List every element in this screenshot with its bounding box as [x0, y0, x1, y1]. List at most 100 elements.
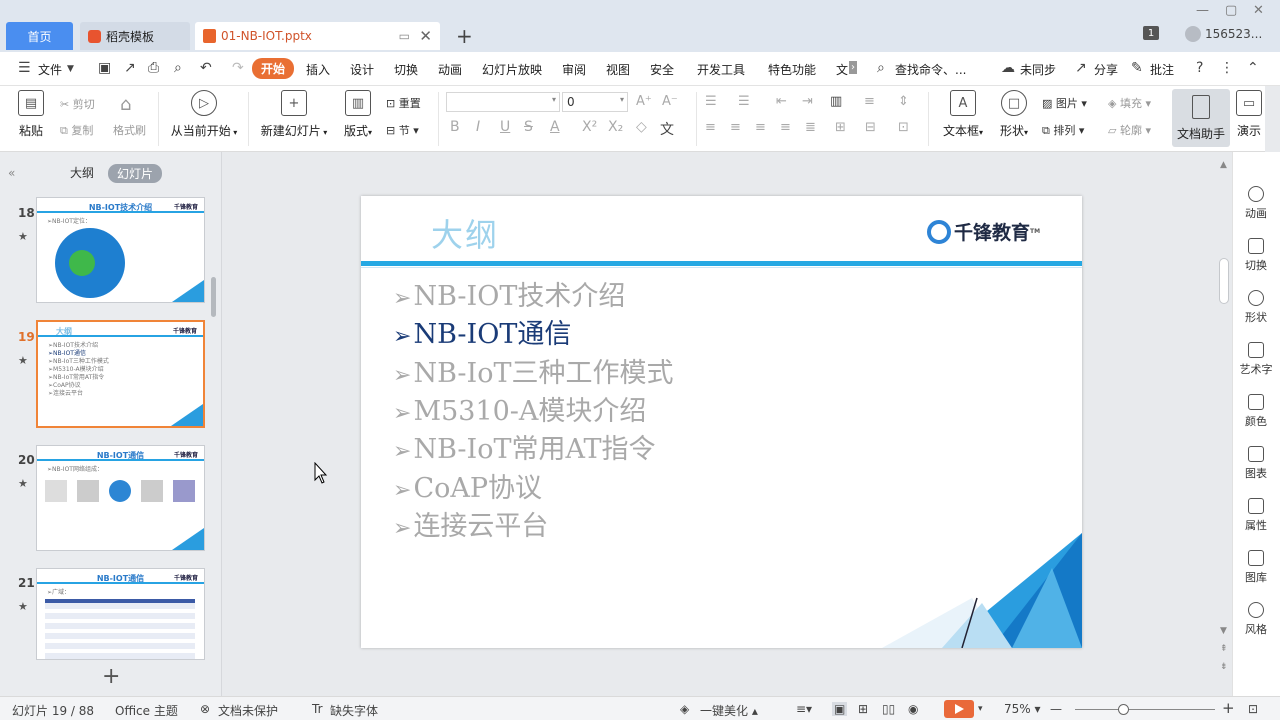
- menu-view[interactable]: 视图: [606, 61, 630, 78]
- smart-art-icon[interactable]: ⊟: [865, 120, 876, 135]
- fill-button[interactable]: ◈ 填充 ▾: [1108, 95, 1151, 111]
- pin-tab-icon[interactable]: ▭: [399, 29, 410, 43]
- arrange-button[interactable]: ⧉ 排列 ▾: [1042, 122, 1084, 138]
- menu-developer[interactable]: 开发工具: [697, 61, 745, 78]
- minimize-icon[interactable]: —: [1196, 3, 1209, 18]
- menu-review[interactable]: 审阅: [562, 61, 586, 78]
- window-count[interactable]: 1: [1143, 26, 1159, 40]
- section-button[interactable]: ⊟ 节 ▾: [386, 122, 419, 138]
- menu-animation[interactable]: 动画: [438, 61, 462, 78]
- align-center-icon[interactable]: ≡: [730, 120, 741, 135]
- bullet-item[interactable]: ➢NB-IoT常用AT指令: [393, 427, 656, 466]
- bullet-item[interactable]: ➢NB-IoT三种工作模式: [393, 351, 673, 390]
- slide[interactable]: 大纲 千锋教育 TM ➢NB-IOT技术介绍 ➢NB-IOT通信 ➢NB-IoT…: [361, 196, 1082, 648]
- slide-title[interactable]: 大纲: [431, 210, 499, 256]
- strikethrough-icon[interactable]: S: [524, 119, 533, 135]
- text-direction-icon[interactable]: ⊡: [898, 120, 909, 135]
- tab-file[interactable]: 01-NB-IOT.pptx ▭ ✕: [195, 22, 440, 50]
- shape-button[interactable]: □ 形状▾: [996, 90, 1032, 139]
- bullet-item[interactable]: ➢M5310-A模块介绍: [393, 389, 646, 428]
- canvas-scrollbar[interactable]: [1219, 258, 1229, 304]
- menu-design[interactable]: 设计: [350, 61, 374, 78]
- menu-more[interactable]: 文: [836, 61, 848, 78]
- scroll-up-icon[interactable]: ▲: [1220, 160, 1227, 170]
- superscript-icon[interactable]: X²: [582, 119, 597, 135]
- picture-button[interactable]: ▨ 图片 ▾: [1042, 95, 1087, 111]
- chevron-down-icon[interactable]: ▾: [978, 704, 983, 714]
- sidebar-transition[interactable]: 切换: [1233, 238, 1279, 273]
- sidebar-color[interactable]: 颜色: [1233, 394, 1279, 429]
- sidebar-gallery[interactable]: 图库: [1233, 550, 1279, 585]
- search-command[interactable]: 查找命令、...: [895, 61, 966, 78]
- line-spacing-icon[interactable]: ≡: [864, 94, 875, 109]
- sidebar-style[interactable]: 风格: [1233, 602, 1279, 637]
- sync-status[interactable]: 未同步: [1020, 61, 1056, 78]
- missing-font[interactable]: 缺失字体: [330, 702, 378, 719]
- new-slide-button[interactable]: + 新建幻灯片 ▾: [258, 90, 330, 139]
- chevron-down-icon[interactable]: ▼: [67, 64, 74, 74]
- panel-scrollbar[interactable]: [211, 277, 216, 317]
- paste-button[interactable]: ▤ 粘贴: [14, 90, 48, 139]
- sidebar-shape[interactable]: 形状: [1233, 290, 1279, 325]
- font-color-icon[interactable]: A: [550, 119, 560, 135]
- tab-outline[interactable]: 大纲: [70, 164, 94, 181]
- menu-slideshow[interactable]: 幻灯片放映: [482, 61, 542, 78]
- increase-indent-icon[interactable]: ⇥: [802, 94, 813, 109]
- normal-view-icon[interactable]: ▣: [832, 702, 848, 716]
- grow-font-icon[interactable]: A⁺: [636, 94, 652, 109]
- zoom-slider-handle[interactable]: [1118, 704, 1129, 715]
- reset-button[interactable]: ⊡ 重置: [386, 95, 421, 111]
- collapse-ribbon-icon[interactable]: ⌃: [1247, 60, 1259, 76]
- prev-slide-icon[interactable]: ⇞: [1220, 644, 1228, 654]
- doc-helper-button[interactable]: 文档助手: [1172, 89, 1230, 147]
- close-tab-icon[interactable]: ✕: [419, 27, 432, 45]
- sidebar-chart[interactable]: 图表: [1233, 446, 1279, 481]
- bullet-item[interactable]: ➢连接云平台: [393, 504, 548, 543]
- zoom-in-icon[interactable]: +: [1222, 699, 1235, 717]
- tab-home[interactable]: 首页: [6, 22, 73, 50]
- distribute-icon[interactable]: ≣: [805, 120, 816, 135]
- present-button[interactable]: ▭ 演示: [1234, 90, 1264, 139]
- tab-slides[interactable]: 幻灯片: [108, 164, 163, 183]
- font-family-select[interactable]: ▾: [446, 92, 560, 112]
- clear-format-icon[interactable]: ◇: [636, 119, 647, 135]
- format-painter-button[interactable]: 格式刷: [113, 122, 146, 138]
- textbox-button[interactable]: A 文本框▾: [940, 90, 986, 139]
- align-right-icon[interactable]: ≡: [755, 120, 766, 135]
- add-slide-button[interactable]: +: [102, 664, 120, 689]
- justify-icon[interactable]: ≡: [780, 120, 791, 135]
- menu-start[interactable]: 开始: [252, 58, 295, 79]
- shrink-font-icon[interactable]: A⁻: [662, 94, 678, 109]
- user-account[interactable]: 156523...: [1185, 26, 1262, 42]
- print-icon[interactable]: ⎙: [148, 60, 159, 76]
- zoom-out-icon[interactable]: —: [1050, 702, 1062, 716]
- beautify-button[interactable]: 一键美化 ▴: [700, 702, 758, 719]
- redo-icon[interactable]: ↷: [232, 60, 244, 76]
- italic-icon[interactable]: I: [476, 119, 480, 135]
- align-left-icon[interactable]: ≡: [705, 120, 716, 135]
- preview-icon[interactable]: ⌕: [174, 60, 182, 76]
- chevron-right-icon[interactable]: ›: [849, 61, 857, 74]
- zoom-select[interactable]: 75% ▾: [1004, 702, 1041, 716]
- more-icon[interactable]: ⋮: [1220, 60, 1234, 76]
- sidebar-wordart[interactable]: 艺术字: [1233, 342, 1279, 377]
- text-align-icon[interactable]: ⊞: [835, 120, 846, 135]
- play-from-current-button[interactable]: ▷ 从当前开始 ▾: [168, 90, 240, 139]
- undo-icon[interactable]: ↶: [200, 60, 212, 76]
- fit-window-icon[interactable]: ⊡: [1248, 702, 1258, 716]
- theme-name[interactable]: Office 主题: [115, 702, 178, 719]
- menu-insert[interactable]: 插入: [306, 61, 330, 78]
- bullet-item[interactable]: ➢NB-IOT技术介绍: [393, 274, 625, 313]
- reading-view-icon[interactable]: ▯▯: [882, 702, 895, 716]
- menu-transition[interactable]: 切换: [394, 61, 418, 78]
- font-size-select[interactable]: 0 ▾: [562, 92, 628, 112]
- search-icon[interactable]: ⌕: [877, 60, 885, 76]
- columns-icon[interactable]: ▥: [830, 94, 842, 109]
- slide-thumbnail-selected[interactable]: 大纲 千锋教育 ➢NB-IOT技术介绍 ➢NB-IOT通信 ➢NB-IoT三种工…: [36, 320, 205, 428]
- hamburger-icon[interactable]: ☰: [18, 60, 31, 76]
- menu-file[interactable]: 文件: [38, 61, 62, 78]
- notes-icon[interactable]: ≡▾: [796, 702, 812, 716]
- zoom-slider[interactable]: [1075, 709, 1215, 710]
- menu-security[interactable]: 安全: [650, 61, 674, 78]
- maximize-icon[interactable]: ▢: [1225, 3, 1237, 18]
